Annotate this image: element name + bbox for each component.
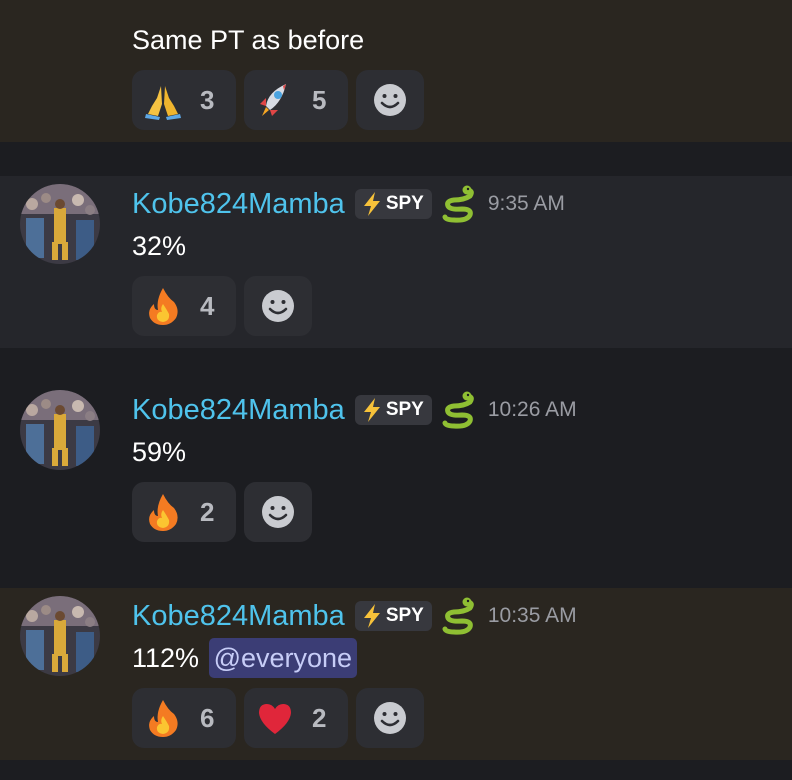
message-text: Same PT as before [132, 25, 365, 55]
timestamp[interactable]: 9:35 AM [488, 192, 565, 216]
role-tag[interactable]: SPY [354, 395, 432, 425]
message-content: 59% [132, 432, 186, 472]
snake-icon [442, 185, 474, 223]
lightning-bolt-icon [363, 398, 380, 422]
message-content: 112% @everyone [132, 638, 358, 678]
smiley-face-icon [374, 84, 406, 116]
timestamp[interactable]: 10:35 AM [488, 604, 577, 628]
avatar[interactable] [20, 390, 100, 470]
reaction-red-heart[interactable]: 2 [244, 688, 348, 748]
role-name: SPY [385, 605, 424, 626]
everyone-mention[interactable]: @everyone [208, 638, 358, 678]
smiley-face-icon [374, 702, 406, 734]
chat-log: Same PT as before 3 5 Kobe824Mamba SPY 9… [0, 0, 792, 780]
role-name: SPY [385, 399, 424, 420]
message-header: Kobe824Mamba SPY 10:26 AM [132, 390, 577, 430]
reaction-count: 5 [312, 84, 327, 115]
add-reaction-button[interactable] [356, 688, 424, 748]
add-reaction-button[interactable] [356, 70, 424, 130]
folded-hands-icon [145, 86, 181, 120]
snake-icon [442, 391, 474, 429]
avatar[interactable] [20, 184, 100, 264]
avatar-image [20, 390, 100, 470]
message-text: 112% [132, 643, 200, 673]
message-header: Kobe824Mamba SPY 10:35 AM [132, 596, 577, 636]
message[interactable]: Kobe824Mamba SPY 10:26 AM 59% 2 [0, 382, 792, 554]
reaction-bar: 6 2 [132, 688, 424, 748]
fire-icon [149, 494, 178, 531]
reaction-bar: 3 5 [132, 70, 424, 130]
role-tag[interactable]: SPY [354, 601, 432, 631]
avatar-image [20, 596, 100, 676]
message[interactable]: Kobe824Mamba SPY 9:35 AM 32% 4 [0, 176, 792, 348]
reaction-bar: 2 [132, 482, 312, 542]
reaction-count: 3 [200, 84, 215, 115]
message-text: 32% [132, 231, 187, 261]
snake-icon [442, 597, 474, 635]
reaction-fire[interactable]: 2 [132, 482, 236, 542]
timestamp[interactable]: 10:26 AM [488, 398, 577, 422]
avatar[interactable] [20, 596, 100, 676]
avatar-image [20, 184, 100, 264]
reaction-fire[interactable]: 4 [132, 276, 236, 336]
message-with-mention[interactable]: Kobe824Mamba SPY 10:35 AM 112% @everyone [0, 588, 792, 760]
add-reaction-button[interactable] [244, 482, 312, 542]
message-header: Kobe824Mamba SPY 9:35 AM [132, 184, 565, 224]
reaction-count: 2 [200, 496, 215, 527]
role-name: SPY [385, 193, 424, 214]
smiley-face-icon [262, 290, 294, 322]
red-heart-icon [259, 704, 291, 734]
message-continuation[interactable]: Same PT as before 3 5 [0, 0, 792, 142]
add-reaction-button[interactable] [244, 276, 312, 336]
lightning-bolt-icon [363, 604, 380, 628]
lightning-bolt-icon [363, 192, 380, 216]
reaction-count: 4 [200, 290, 215, 321]
reaction-bar: 4 [132, 276, 312, 336]
fire-icon [149, 700, 178, 737]
fire-icon [149, 288, 178, 325]
username[interactable]: Kobe824Mamba [132, 390, 345, 430]
reaction-count: 2 [312, 702, 327, 733]
reaction-rocket[interactable]: 5 [244, 70, 348, 130]
username[interactable]: Kobe824Mamba [132, 184, 345, 224]
message-content: Same PT as before [132, 20, 364, 60]
rocket-icon [260, 84, 286, 116]
username[interactable]: Kobe824Mamba [132, 596, 345, 636]
message-content: 32% [132, 226, 186, 266]
reaction-count: 6 [200, 702, 215, 733]
reaction-fire[interactable]: 6 [132, 688, 236, 748]
role-tag[interactable]: SPY [354, 189, 432, 219]
smiley-face-icon [262, 496, 294, 528]
reaction-folded-hands[interactable]: 3 [132, 70, 236, 130]
message-text: 59% [132, 437, 187, 467]
